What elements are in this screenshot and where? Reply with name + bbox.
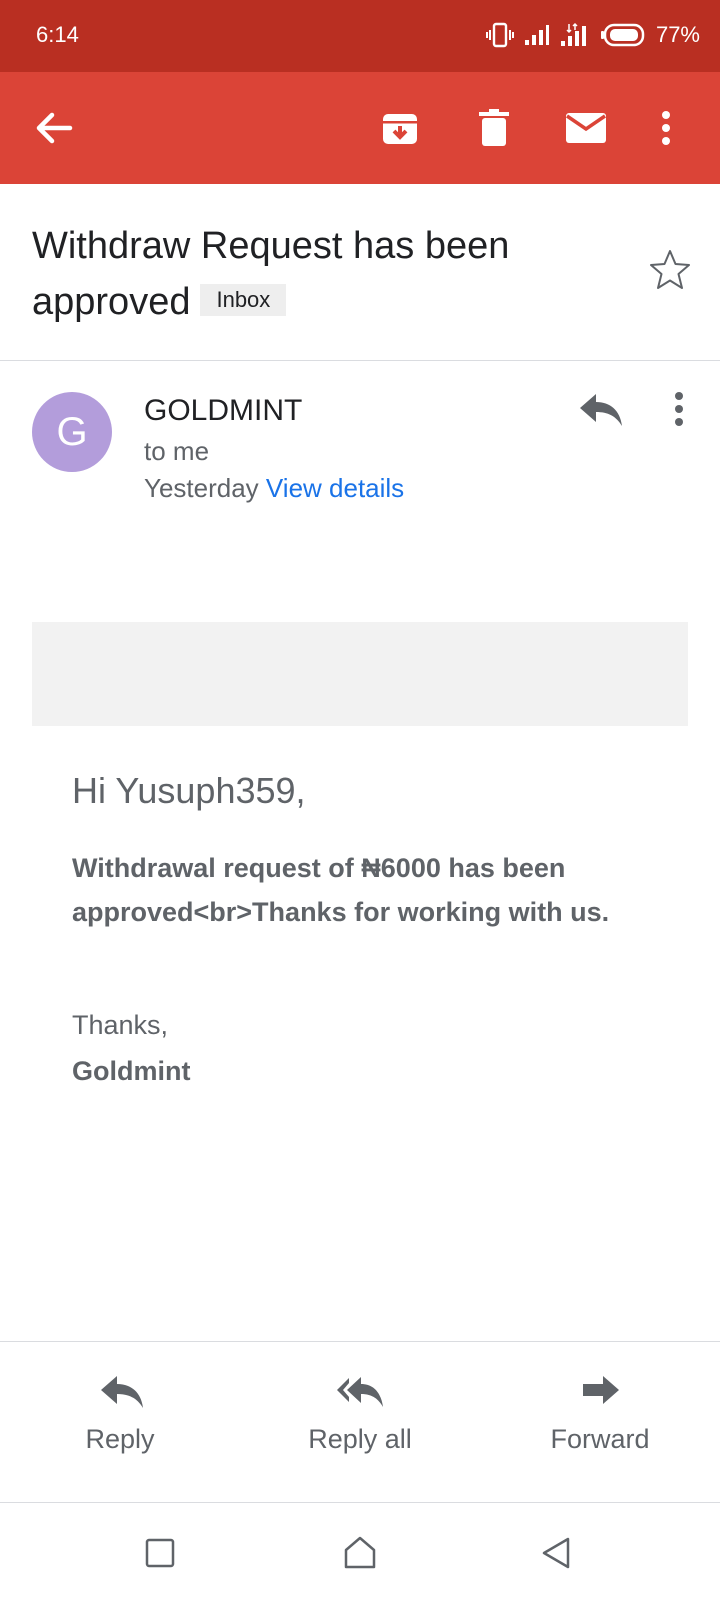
more-vert-icon[interactable] (664, 388, 694, 432)
status-time: 6:14 (36, 22, 79, 47)
signal-data-icon (560, 22, 586, 46)
email-signature: Goldmint (72, 1056, 191, 1086)
star-icon[interactable] (648, 248, 692, 292)
email-banner (32, 622, 688, 726)
subject-block: Withdraw Request has been approved Inbox (32, 218, 632, 330)
reply-all-label: Reply all (308, 1424, 412, 1454)
email-closing: Thanks, (72, 1010, 169, 1040)
reply-all-button[interactable]: Reply all (260, 1342, 460, 1455)
reply-icon[interactable] (578, 390, 624, 430)
battery-icon (600, 23, 645, 47)
sender-name: GOLDMINT (144, 394, 303, 427)
recipient-text: to me (144, 436, 210, 466)
recents-icon[interactable] (140, 1533, 180, 1573)
signal-icon (524, 25, 549, 45)
battery-percent: 77% (655, 22, 700, 47)
back-arrow-icon[interactable] (30, 104, 78, 152)
system-nav-bar (0, 1503, 720, 1600)
forward-icon (583, 1376, 619, 1404)
divider (0, 360, 720, 361)
status-bar: 6:14 77% (0, 0, 720, 72)
more-vert-icon[interactable] (648, 104, 684, 152)
archive-icon[interactable] (376, 104, 424, 152)
inbox-label-badge[interactable]: Inbox (200, 283, 287, 316)
forward-button[interactable]: Forward (500, 1342, 700, 1455)
email-body: Withdrawal request of ₦6000 has been app… (72, 853, 610, 927)
email-greeting: Hi Yusuph359, (72, 770, 306, 811)
reply-button[interactable]: Reply (20, 1342, 220, 1455)
vibrate-icon (485, 22, 514, 48)
avatar[interactable]: G (32, 392, 112, 472)
reply-label: Reply (85, 1424, 155, 1454)
trash-icon[interactable] (470, 104, 518, 152)
forward-label: Forward (550, 1424, 650, 1454)
reply-all-icon (337, 1377, 383, 1407)
date-text: Yesterday (144, 473, 259, 503)
date-row: Yesterday View details (144, 473, 404, 504)
back-nav-icon[interactable] (538, 1533, 578, 1573)
mail-icon[interactable] (556, 104, 616, 152)
reply-icon (101, 1376, 143, 1408)
top-toolbar (0, 72, 720, 184)
action-bar: Reply Reply all Forward (0, 1342, 720, 1502)
home-icon[interactable] (340, 1533, 380, 1573)
status-icons: 77% (485, 20, 700, 50)
view-details-link[interactable]: View details (266, 473, 404, 503)
